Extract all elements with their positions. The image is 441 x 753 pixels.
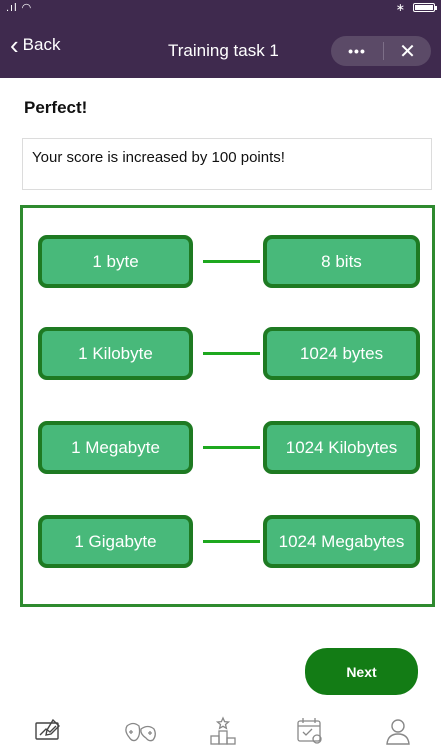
matching-panel: 1 byte 8 bits 1 Kilobyte 1024 bytes 1 Me… xyxy=(20,205,435,607)
match-tile-left[interactable]: 1 Kilobyte xyxy=(38,327,193,380)
match-connector xyxy=(203,446,260,449)
feedback-title: Perfect! xyxy=(24,98,88,117)
match-pair: 1 byte 8 bits xyxy=(23,235,432,291)
match-pair: 1 Gigabyte 1024 Megabytes xyxy=(23,515,432,571)
next-button[interactable]: Next xyxy=(305,648,418,695)
status-icons: ∗ xyxy=(395,1,437,14)
feedback-message: Your score is increased by 100 points! xyxy=(22,138,432,190)
bluetooth-icon: ∗ xyxy=(395,2,405,14)
page-title: Training task 1 xyxy=(168,41,279,60)
match-tile-right[interactable]: 1024 Kilobytes xyxy=(263,421,420,474)
back-label: Back xyxy=(22,35,61,54)
more-button[interactable]: ••• xyxy=(331,43,383,59)
match-pair: 1 Kilobyte 1024 bytes xyxy=(23,327,432,383)
match-pair: 1 Megabyte 1024 Kilobytes xyxy=(23,421,432,477)
match-tile-left[interactable]: 1 Megabyte xyxy=(38,421,193,474)
close-button[interactable]: ✕ xyxy=(384,39,431,64)
back-button[interactable]: ‹ Back xyxy=(10,30,61,60)
learning-icon[interactable] xyxy=(33,716,63,746)
battery-icon xyxy=(413,3,437,12)
profile-icon[interactable] xyxy=(383,716,413,746)
calendar-icon[interactable] xyxy=(295,716,325,746)
games-icon[interactable] xyxy=(121,716,161,746)
chevron-left-icon: ‹ xyxy=(10,30,19,60)
status-bar: .ıl ◠ ∗ xyxy=(0,0,441,16)
match-tile-left[interactable]: 1 byte xyxy=(38,235,193,288)
match-connector xyxy=(203,540,260,543)
capsule-menu: ••• ✕ xyxy=(331,36,431,66)
match-connector xyxy=(203,352,260,355)
match-tile-right[interactable]: 1024 bytes xyxy=(263,327,420,380)
signal-wifi-icon: .ıl ◠ xyxy=(6,2,33,14)
match-tile-right[interactable]: 8 bits xyxy=(263,235,420,288)
match-connector xyxy=(203,260,260,263)
leaderboard-icon[interactable] xyxy=(208,716,238,746)
match-tile-right[interactable]: 1024 Megabytes xyxy=(263,515,420,568)
match-tile-left[interactable]: 1 Gigabyte xyxy=(38,515,193,568)
navigation-bar: ‹ Back Training task 1 ••• ✕ xyxy=(0,16,441,78)
bottom-tab-bar xyxy=(0,705,441,753)
